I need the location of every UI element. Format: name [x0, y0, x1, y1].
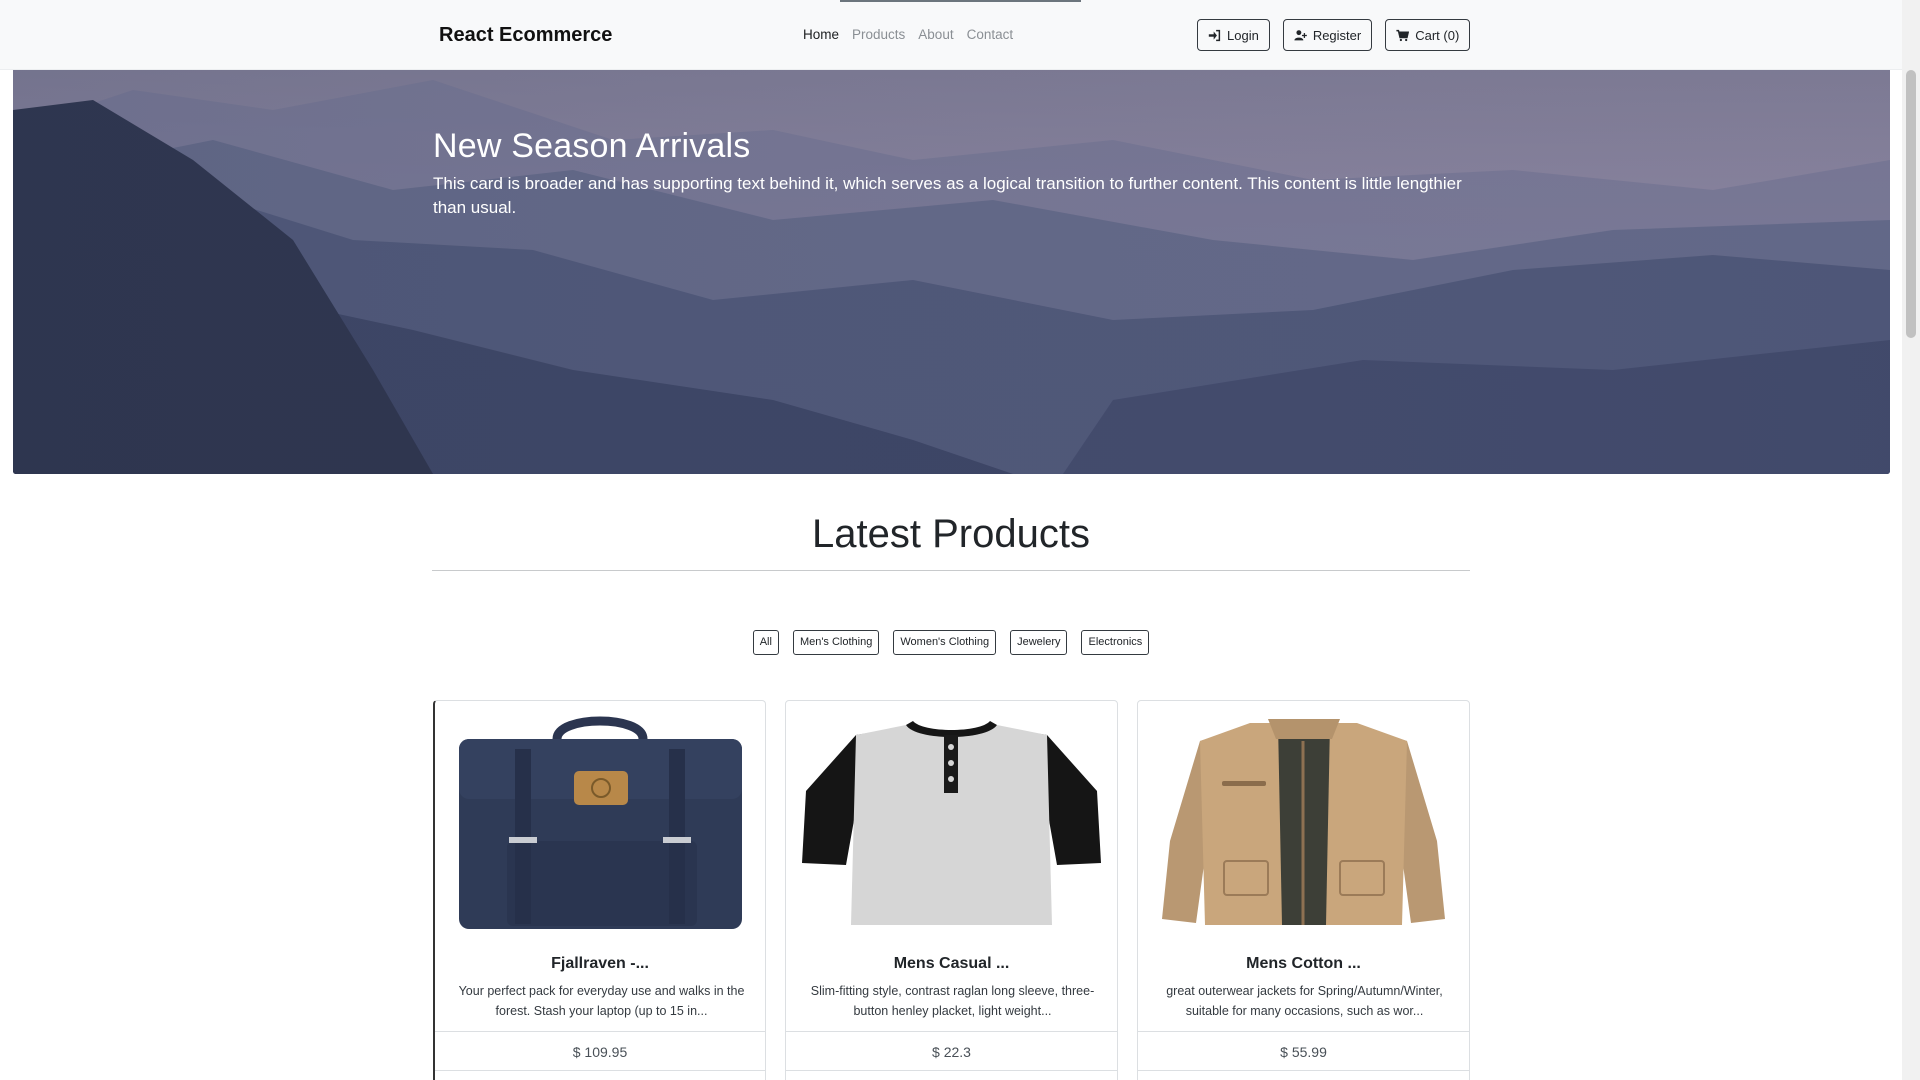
filter-jewelery-button[interactable]: Jewelery: [1010, 630, 1068, 655]
tshirt-image: [802, 721, 1101, 925]
register-button[interactable]: Register: [1282, 19, 1373, 51]
login-button[interactable]: Login: [1197, 19, 1270, 51]
product-description: great outerwear jackets for Spring/Autum…: [1166, 984, 1443, 1018]
mountain-landscape-image: [13, 70, 1890, 474]
product-title: Fjallraven -...: [551, 955, 649, 972]
hero-text: This card is broader and has supporting …: [433, 174, 1462, 217]
cart-button[interactable]: Cart (0): [1385, 19, 1471, 51]
brand-logo-text[interactable]: React Ecommerce: [439, 24, 612, 47]
filter-all-button[interactable]: All: [752, 630, 779, 655]
shopping-cart-icon: [1396, 29, 1410, 41]
scrollbar-thumb[interactable]: [1906, 70, 1916, 338]
page-scrollbar[interactable]: [1902, 0, 1920, 1080]
section-divider: [432, 570, 1470, 571]
nav-buttons: Login Register Cart (0): [1197, 19, 1471, 51]
filter-womens-clothing-button[interactable]: Women's Clothing: [893, 630, 997, 655]
product-price: $ 22.3: [786, 1031, 1117, 1071]
nav-links: Home Products About Contact: [803, 27, 1013, 42]
sign-in-icon: [1208, 29, 1221, 41]
filter-electronics-button[interactable]: Electronics: [1081, 630, 1150, 655]
product-card[interactable]: Fjallraven -... Your perfect pack for ev…: [433, 700, 766, 1080]
top-navbar: React Ecommerce Home Products About Cont…: [0, 0, 1902, 70]
nav-link-home[interactable]: Home: [803, 27, 839, 42]
jacket-image: [1162, 719, 1445, 925]
category-filters: All Men's Clothing Women's Clothing Jewe…: [0, 630, 1902, 655]
latest-products-title: Latest Products: [812, 512, 1090, 556]
product-title: Mens Casual ...: [893, 955, 1010, 972]
product-price: $ 55.99: [1138, 1031, 1469, 1071]
backpack-image: [459, 716, 742, 929]
nav-link-products[interactable]: Products: [852, 27, 905, 42]
product-description: Slim-fitting style, contrast raglan long…: [810, 984, 1095, 1018]
hero-title: New Season Arrivals: [433, 127, 751, 165]
product-price: $ 109.95: [435, 1031, 765, 1071]
nav-link-contact[interactable]: Contact: [967, 27, 1014, 42]
product-description: Your perfect pack for everyday use and w…: [458, 984, 745, 1018]
product-title: Mens Cotton ...: [1246, 955, 1361, 972]
user-plus-icon: [1294, 29, 1307, 40]
register-label: Register: [1312, 27, 1362, 43]
active-nav-indicator: [840, 0, 1081, 2]
filter-mens-clothing-button[interactable]: Men's Clothing: [792, 630, 880, 655]
product-card[interactable]: Mens Casual ... Slim-fitting style, cont…: [785, 700, 1118, 1080]
login-label: Login: [1227, 27, 1259, 43]
cart-label: Cart (0): [1415, 27, 1460, 43]
product-card[interactable]: Mens Cotton ... great outerwear jackets …: [1137, 700, 1470, 1080]
nav-link-about[interactable]: About: [918, 27, 953, 42]
hero-banner: New Season Arrivals This card is broader…: [13, 70, 1890, 474]
